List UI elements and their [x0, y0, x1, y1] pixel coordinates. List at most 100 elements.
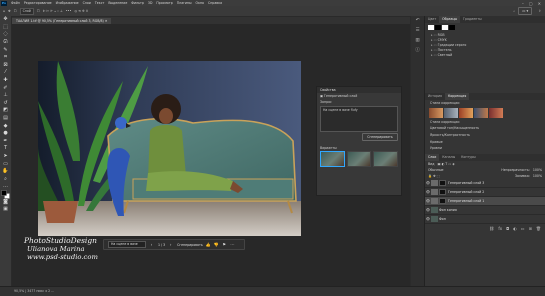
preset-thumbnail[interactable] [459, 107, 473, 118]
menu-type[interactable]: Текст [93, 1, 106, 5]
add-mask-icon[interactable]: ◘ [506, 226, 509, 231]
menu-window[interactable]: Окно [194, 1, 206, 5]
close-icon[interactable]: ✕ [538, 1, 541, 6]
layer-row[interactable]: 👁 Генеративный слой 2 [425, 188, 545, 197]
adjustment-item[interactable]: Кривые [425, 138, 545, 145]
home-icon[interactable]: ⌂ [3, 9, 5, 13]
new-group-icon[interactable]: ▭ [521, 226, 525, 231]
tab-paths[interactable]: Контуры [458, 154, 479, 161]
blur-tool-icon[interactable]: ◆ [0, 122, 11, 130]
tab-history[interactable]: История [425, 93, 445, 100]
fx-icon[interactable]: fx [498, 226, 502, 231]
align-icons[interactable]: ⊫ ⊨ ⊩ ⫠ ⫟ ⊥ [43, 9, 63, 13]
quick-select-tool-icon[interactable]: ✎ [0, 46, 11, 54]
move-tool-icon[interactable]: ✥ [8, 9, 11, 13]
flag-icon[interactable]: ⚑ [222, 242, 227, 247]
delete-layer-icon[interactable]: 🗑 [536, 226, 541, 231]
swatch[interactable] [428, 25, 434, 30]
frame-tool-icon[interactable]: ⊠ [0, 62, 11, 70]
tab-channels[interactable]: Каналы [439, 154, 458, 161]
layer-row[interactable]: 👁 Фон копия [425, 206, 545, 215]
menu-select[interactable]: Выделение [106, 1, 129, 5]
eraser-tool-icon[interactable]: ◩ [0, 107, 11, 115]
history-brush-tool-icon[interactable]: ↺ [0, 100, 11, 108]
maximize-icon[interactable]: ▢ [529, 1, 533, 6]
menu-file[interactable]: Файл [9, 1, 22, 5]
menu-layer[interactable]: Слои [81, 1, 93, 5]
gradient-tool-icon[interactable]: ▤ [0, 115, 11, 123]
opacity-value[interactable]: 100% [533, 168, 542, 172]
pen-tool-icon[interactable]: ✒ [0, 138, 11, 146]
path-select-tool-icon[interactable]: ➤ [0, 153, 11, 161]
adjustment-item[interactable]: Стили коррекции [425, 119, 545, 126]
prompt-textarea[interactable]: На сцене в вазе flufy [320, 106, 398, 132]
info-panel-icon[interactable]: ⓘ [411, 46, 424, 56]
generate-button[interactable]: Сгенерировать [177, 243, 203, 247]
menu-view[interactable]: Просмотр [154, 1, 174, 5]
lasso-tool-icon[interactable]: ᘏ [0, 39, 11, 47]
3d-mode-icons[interactable]: ◎ ⟲ ✣ ⇕ [74, 9, 88, 13]
link-layers-icon[interactable]: ⛓ [489, 226, 494, 231]
blend-mode-select[interactable]: Обычные [428, 168, 443, 172]
layer-row[interactable]: 👁 Генеративный слой 3 [425, 179, 545, 188]
hand-tool-icon[interactable]: ✋ [0, 168, 11, 176]
move-tool-icon[interactable]: ✥ [0, 16, 11, 24]
swatch[interactable] [435, 25, 441, 30]
tab-layers[interactable]: Слои [425, 153, 440, 161]
crop-tool-icon[interactable]: ⌗ [0, 54, 11, 62]
history-panel-icon[interactable]: ↶ [411, 16, 424, 26]
eyedropper-tool-icon[interactable]: ⁄ [0, 69, 11, 77]
color-swatches-icon[interactable] [0, 190, 11, 199]
stamp-tool-icon[interactable]: ⊥ [0, 92, 11, 100]
zoom-tool-icon[interactable]: ⌕ [0, 175, 11, 183]
swatch[interactable] [442, 25, 448, 30]
screen-mode-icon[interactable]: ▣ [0, 206, 11, 214]
adjustment-layer-icon[interactable]: ◐ [513, 226, 517, 231]
layer-mode-select[interactable]: Слой [19, 7, 34, 15]
healing-brush-tool-icon[interactable]: ✚ [0, 77, 11, 85]
preset-thumbnail[interactable] [489, 107, 503, 118]
next-variant-icon[interactable]: › [168, 242, 173, 247]
shape-tool-icon[interactable]: ▭ [0, 160, 11, 168]
thumbs-down-icon[interactable]: 👎 [214, 242, 219, 247]
menu-image[interactable]: Изображение [54, 1, 81, 5]
tab-color[interactable]: Цвет [425, 16, 439, 23]
properties-panel-icon[interactable]: ☰ [411, 26, 424, 36]
canvas-image[interactable] [38, 61, 301, 236]
brush-tool-icon[interactable]: ✐ [0, 84, 11, 92]
quick-mask-icon[interactable]: ◙ [0, 198, 11, 206]
preset-thumbnail[interactable] [429, 107, 443, 118]
menu-filter[interactable]: Фильтр [129, 1, 146, 5]
prompt-field[interactable]: На сцене в вазе [108, 241, 146, 248]
generate-button-panel[interactable]: Сгенерировать [362, 133, 398, 141]
variant-thumbnail[interactable] [320, 151, 345, 167]
lock-icons[interactable]: 🔒 ✥ ⬚ [428, 174, 440, 178]
adjustment-item[interactable]: Яркость/Контрастность [425, 132, 545, 139]
transform-controls-checkbox[interactable]: ☐ [37, 9, 40, 13]
marquee-tool-icon[interactable]: ◌ [0, 31, 11, 39]
auto-select-checkbox[interactable]: ☐ [14, 9, 17, 13]
filter-icons[interactable]: ▣ ◐ T ▭ ◈ [437, 162, 454, 166]
more-options-icon[interactable]: ⋯ [230, 242, 235, 247]
menu-help[interactable]: Справка [206, 1, 224, 5]
more-icon[interactable]: ••• [66, 9, 72, 13]
type-tool-icon[interactable]: T [0, 145, 11, 153]
workspace-button[interactable]: ▭ ▾ [518, 7, 533, 15]
prev-variant-icon[interactable]: ‹ [149, 242, 154, 247]
share-icon[interactable]: ⇪ [538, 9, 541, 13]
swatch[interactable] [449, 25, 455, 30]
tab-gradients[interactable]: Градиенты [460, 16, 485, 23]
adjustment-item[interactable]: Цветовой тон/Насыщенность [425, 125, 545, 132]
search-icon[interactable]: ⌕ [513, 9, 515, 13]
preset-thumbnail[interactable] [444, 107, 458, 118]
tab-adjustments[interactable]: Коррекция [444, 92, 470, 100]
fill-value[interactable]: 100% [533, 174, 542, 178]
layer-row[interactable]: 👁 Фон [425, 215, 545, 224]
adjustment-item[interactable]: Уровни [425, 145, 545, 152]
menu-3d[interactable]: 3D [146, 1, 154, 5]
artboard-tool-icon[interactable]: ⬚ [0, 24, 11, 32]
libraries-panel-icon[interactable]: ▥ [411, 36, 424, 46]
close-tab-icon[interactable]: ✕ [105, 19, 108, 23]
minimize-icon[interactable]: – [522, 1, 524, 6]
variant-thumbnail[interactable] [346, 151, 372, 167]
